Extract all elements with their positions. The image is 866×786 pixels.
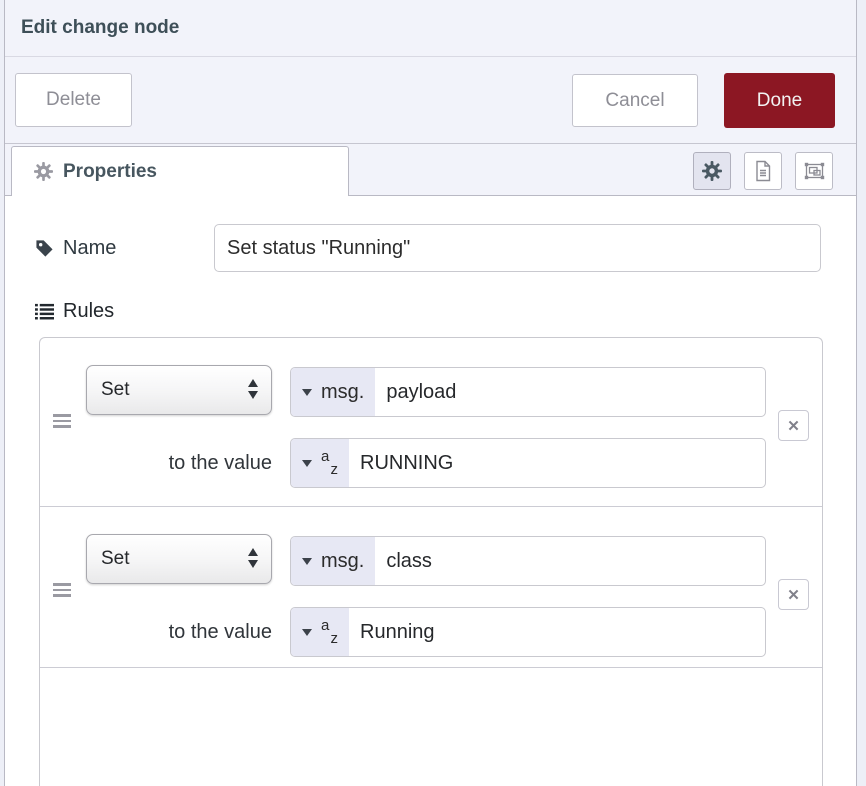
tab-properties[interactable]: Properties [11,146,349,196]
name-label: Name [35,224,116,272]
rule-row: Set msg. class ✕ to the value [40,507,822,668]
editor-tab-bar: Properties [5,144,856,196]
property-typed-input: msg. payload [290,367,766,417]
value-type-button[interactable]: az [291,608,349,656]
property-input[interactable]: payload [375,368,765,416]
chevron-down-icon [302,389,312,396]
name-field-row: Name [5,224,856,272]
select-arrows-icon [248,379,258,399]
rule-row: Set msg. payload ✕ to the value [40,338,822,507]
list-icon [35,302,54,321]
property-input[interactable]: class [375,537,765,585]
properties-panel: Name Rules Set [5,196,856,786]
remove-rule-button[interactable]: ✕ [778,410,809,441]
description-tab-button[interactable] [744,152,782,190]
property-typed-input: msg. class [290,536,766,586]
dialog-title: Edit change node [21,17,179,39]
properties-tab-button[interactable] [693,152,731,190]
tag-icon [35,239,54,258]
edit-dialog-tray: Edit change node Delete Cancel Done [4,0,857,786]
rule-action-select[interactable]: Set [86,534,272,584]
string-type-icon: az [321,449,338,477]
appearance-tab-button[interactable] [795,152,833,190]
value-input[interactable]: RUNNING [349,439,765,487]
value-typed-input: az Running [290,607,766,657]
property-type-button[interactable]: msg. [291,368,375,416]
value-typed-input: az RUNNING [290,438,766,488]
tab-properties-label: Properties [63,161,157,183]
drag-handle-icon[interactable] [53,414,71,428]
document-icon [753,160,773,182]
chevron-down-icon [302,558,312,565]
value-input[interactable]: Running [349,608,765,656]
dialog-toolbar: Delete Cancel Done [5,57,856,144]
chevron-down-icon [302,460,312,467]
gear-icon [34,162,53,181]
rule-action-select[interactable]: Set [86,365,272,415]
name-input[interactable] [214,224,821,272]
delete-button[interactable]: Delete [15,73,132,127]
gear-icon [702,161,722,181]
done-button[interactable]: Done [724,73,835,128]
rules-label: Rules [35,300,114,323]
remove-rule-button[interactable]: ✕ [778,579,809,610]
select-arrows-icon [248,548,258,568]
cancel-button[interactable]: Cancel [572,74,698,127]
property-type-button[interactable]: msg. [291,537,375,585]
chevron-down-icon [302,629,312,636]
drag-handle-icon[interactable] [53,583,71,597]
to-the-value-label: to the value [86,438,272,488]
close-icon: ✕ [787,586,800,604]
object-group-icon [803,160,826,182]
dialog-header: Edit change node [5,0,856,57]
close-icon: ✕ [787,417,800,435]
rules-list: Set msg. payload ✕ to the value [39,337,823,786]
to-the-value-label: to the value [86,607,272,657]
value-type-button[interactable]: az [291,439,349,487]
string-type-icon: az [321,618,338,646]
